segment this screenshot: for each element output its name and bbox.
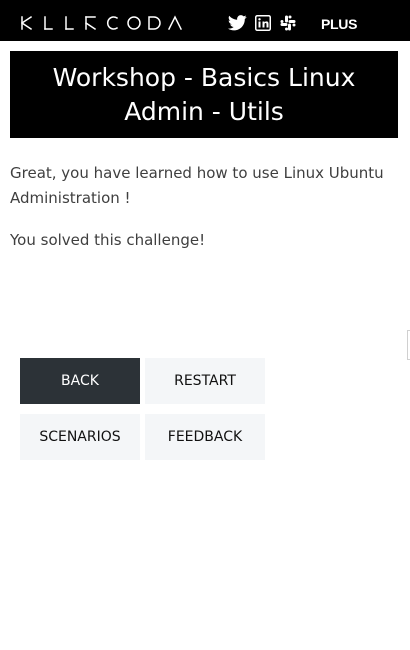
twitter-icon xyxy=(227,15,247,31)
twitter-link[interactable] xyxy=(227,14,247,32)
page-title: Workshop - Basics Linux Admin - Utils xyxy=(52,62,356,126)
scenarios-button[interactable]: SCENARIOS xyxy=(20,414,140,460)
slack-link[interactable] xyxy=(279,14,296,32)
back-button[interactable]: BACK xyxy=(20,358,140,404)
scenario-title-banner: Workshop - Basics Linux Admin - Utils xyxy=(10,51,398,138)
restart-button[interactable]: RESTART xyxy=(145,358,265,404)
completion-message: Great, you have learned how to use Linux… xyxy=(10,164,384,207)
solved-message: You solved this challenge! xyxy=(10,231,206,249)
killercoda-logo[interactable] xyxy=(21,14,183,32)
killercoda-wordmark-icon xyxy=(21,15,183,31)
linkedin-icon xyxy=(254,15,271,31)
top-navigation-bar: PLUS xyxy=(0,0,410,41)
slack-icon xyxy=(280,15,295,31)
linkedin-link[interactable] xyxy=(254,14,271,32)
plus-link[interactable]: PLUS xyxy=(321,14,357,34)
feedback-button[interactable]: FEEDBACK xyxy=(145,414,265,460)
